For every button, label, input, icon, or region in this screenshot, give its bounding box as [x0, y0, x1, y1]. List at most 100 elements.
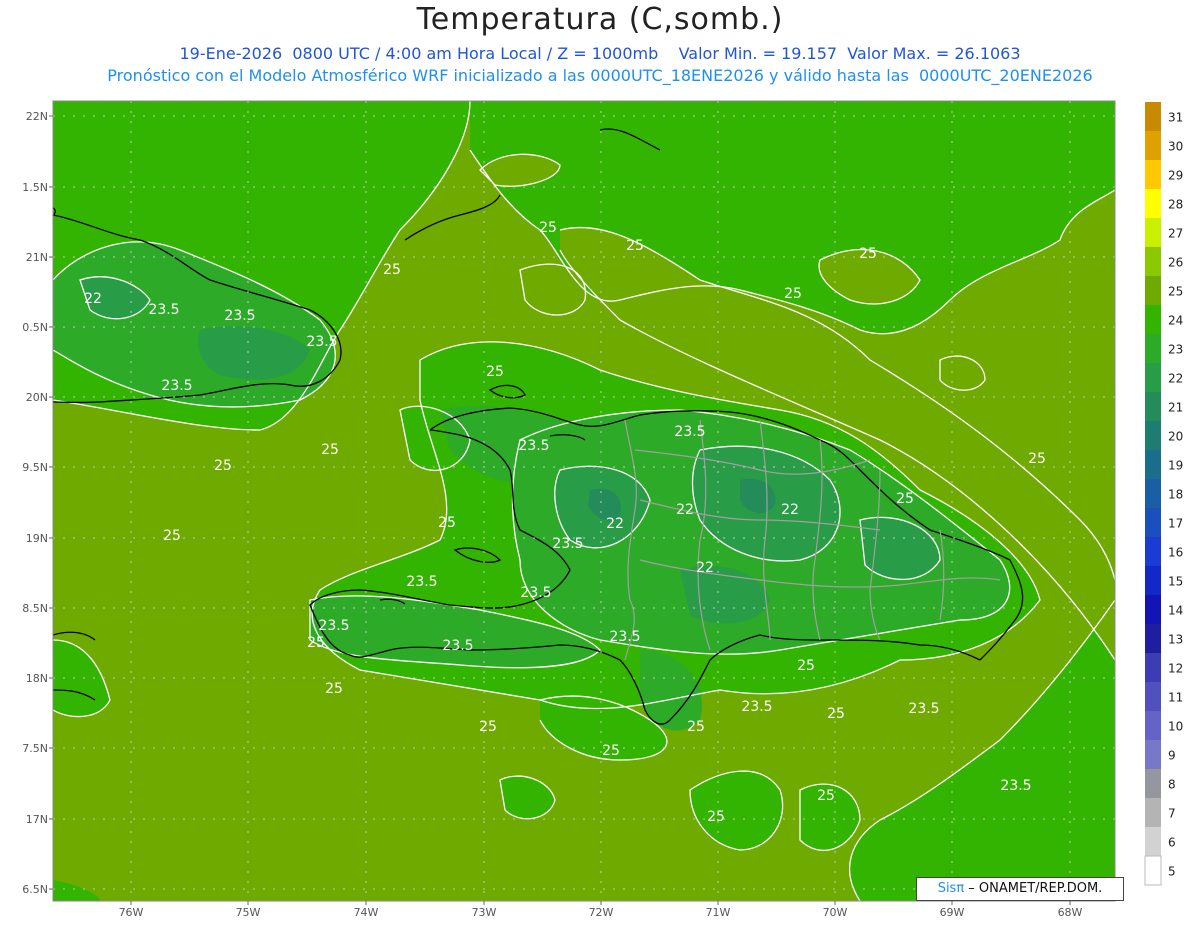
contour-label: 23.5 — [318, 618, 349, 634]
contour-label: 22 — [606, 516, 624, 532]
colorbar-label: 8 — [1168, 778, 1176, 792]
colorbar-swatch — [1145, 160, 1161, 189]
contour-label: 25 — [479, 719, 497, 735]
colorbar-label: 31 — [1168, 111, 1183, 125]
contour-label: 25 — [784, 286, 802, 302]
colorbar-swatch — [1145, 218, 1161, 247]
lat-label: 20N — [26, 391, 48, 404]
colorbar-label: 26 — [1168, 256, 1183, 270]
contour-label: 25 — [687, 719, 705, 735]
latitude-labels: 22N 1.5N 21N 0.5N 20N 9.5N 19N 8.5N 18N 7.5N 17N 6.… — [22, 110, 53, 896]
lat-label: 19N — [26, 532, 48, 545]
lat-label: 0.5N — [22, 321, 48, 334]
lon-label: 76W — [119, 906, 144, 919]
credit-sis: Sisπ — [937, 881, 965, 896]
contour-label: 23.5 — [908, 701, 939, 717]
contour-label: 25 — [438, 515, 456, 531]
contour-label: 25 — [707, 809, 725, 825]
lat-label: 21N — [26, 251, 48, 264]
colorbar-label: 6 — [1168, 836, 1176, 850]
longitude-labels: 76W 75W 74W 73W 72W 71W 70W 69W 68W — [119, 901, 1083, 919]
colorbar-swatch — [1145, 479, 1161, 508]
colorbar-label: 22 — [1168, 372, 1183, 386]
credit-box: Sisπ – ONAMET/REP.DOM. — [916, 877, 1124, 901]
colorbar-swatch — [1145, 537, 1161, 566]
lon-label: 68W — [1058, 906, 1083, 919]
colorbar: 31 30 29 28 27 26 25 24 23 22 21 20 19 18 17 16 15 14 13 12… — [1144, 102, 1183, 886]
colorbar-label: 7 — [1168, 807, 1176, 821]
colorbar-label: 30 — [1168, 140, 1183, 154]
colorbar-swatch — [1145, 827, 1161, 856]
contour-label: 23.5 — [520, 585, 551, 601]
contour-label: 25 — [163, 528, 181, 544]
contour-label: 25 — [817, 788, 835, 804]
colorbar-label: 5 — [1168, 865, 1176, 879]
credit-org: – ONAMET/REP.DOM. — [964, 881, 1103, 896]
colorbar-swatch — [1145, 305, 1161, 334]
colorbar-swatch — [1145, 740, 1161, 769]
lon-label: 74W — [354, 906, 379, 919]
contour-label: 25 — [797, 658, 815, 674]
colorbar-label: 25 — [1168, 285, 1183, 299]
contour-label: 25 — [602, 743, 620, 759]
contour-label: 23.5 — [161, 378, 192, 394]
contour-label: 25 — [626, 238, 644, 254]
contour-label: 25 — [383, 262, 401, 278]
colorbar-swatch — [1145, 392, 1161, 421]
colorbar-swatch — [1145, 102, 1161, 131]
lat-label: 6.5N — [22, 883, 48, 896]
colorbar-swatch — [1145, 450, 1161, 479]
colorbar-label: 11 — [1168, 691, 1183, 705]
contour-label: 23.5 — [1000, 778, 1031, 794]
contour-label: 25 — [214, 458, 232, 474]
colorbar-swatch — [1145, 421, 1161, 450]
contour-label: 23.5 — [306, 334, 337, 350]
colorbar-swatch — [1145, 508, 1161, 537]
contour-label: 23.5 — [148, 302, 179, 318]
contour-label: 23.5 — [741, 699, 772, 715]
contour-label: 23.5 — [406, 574, 437, 590]
lon-label: 73W — [472, 906, 497, 919]
colorbar-label: 9 — [1168, 749, 1176, 763]
contour-label: 23.5 — [674, 424, 705, 440]
contour-label: 25 — [325, 681, 343, 697]
contour-label: 22 — [696, 560, 714, 576]
colorbar-swatch — [1145, 363, 1161, 392]
colorbar-label: 10 — [1168, 720, 1183, 734]
lat-label: 8.5N — [22, 602, 48, 615]
contour-label: 25 — [896, 491, 914, 507]
contour-label: 22 — [676, 502, 694, 518]
colorbar-swatch — [1145, 189, 1161, 218]
colorbar-label: 16 — [1168, 546, 1183, 560]
colorbar-swatch — [1145, 653, 1161, 682]
contour-label: 25 — [539, 220, 557, 236]
colorbar-label: 17 — [1168, 517, 1183, 531]
contour-label: 25 — [486, 364, 504, 380]
colorbar-swatch — [1144, 855, 1162, 886]
lon-label: 69W — [940, 906, 965, 919]
lon-label: 75W — [236, 906, 261, 919]
contour-label: 25 — [827, 706, 845, 722]
colorbar-swatch — [1145, 131, 1161, 160]
temperature-map: 25252525252223.5 23.523.523.52525252523.5… — [22, 100, 1183, 919]
colorbar-swatch — [1145, 595, 1161, 624]
contour-label: 23.5 — [224, 308, 255, 324]
colorbar-swatch — [1145, 711, 1161, 740]
lat-label: 22N — [26, 110, 48, 123]
contour-label: 23.5 — [442, 638, 473, 654]
lat-label: 17N — [26, 813, 48, 826]
contour-label: 25 — [307, 635, 325, 651]
colorbar-label: 27 — [1168, 227, 1183, 241]
lat-label: 1.5N — [22, 181, 48, 194]
colorbar-swatch — [1145, 769, 1161, 798]
contour-label: 23.5 — [552, 536, 583, 552]
lon-label: 70W — [823, 906, 848, 919]
colorbar-swatch — [1145, 334, 1161, 363]
colorbar-label: 13 — [1168, 633, 1183, 647]
colorbar-swatch — [1145, 798, 1161, 827]
colorbar-label: 23 — [1168, 343, 1183, 357]
colorbar-label: 19 — [1168, 459, 1183, 473]
contour-label: 25 — [321, 442, 339, 458]
colorbar-label: 12 — [1168, 662, 1183, 676]
colorbar-swatch — [1145, 682, 1161, 711]
